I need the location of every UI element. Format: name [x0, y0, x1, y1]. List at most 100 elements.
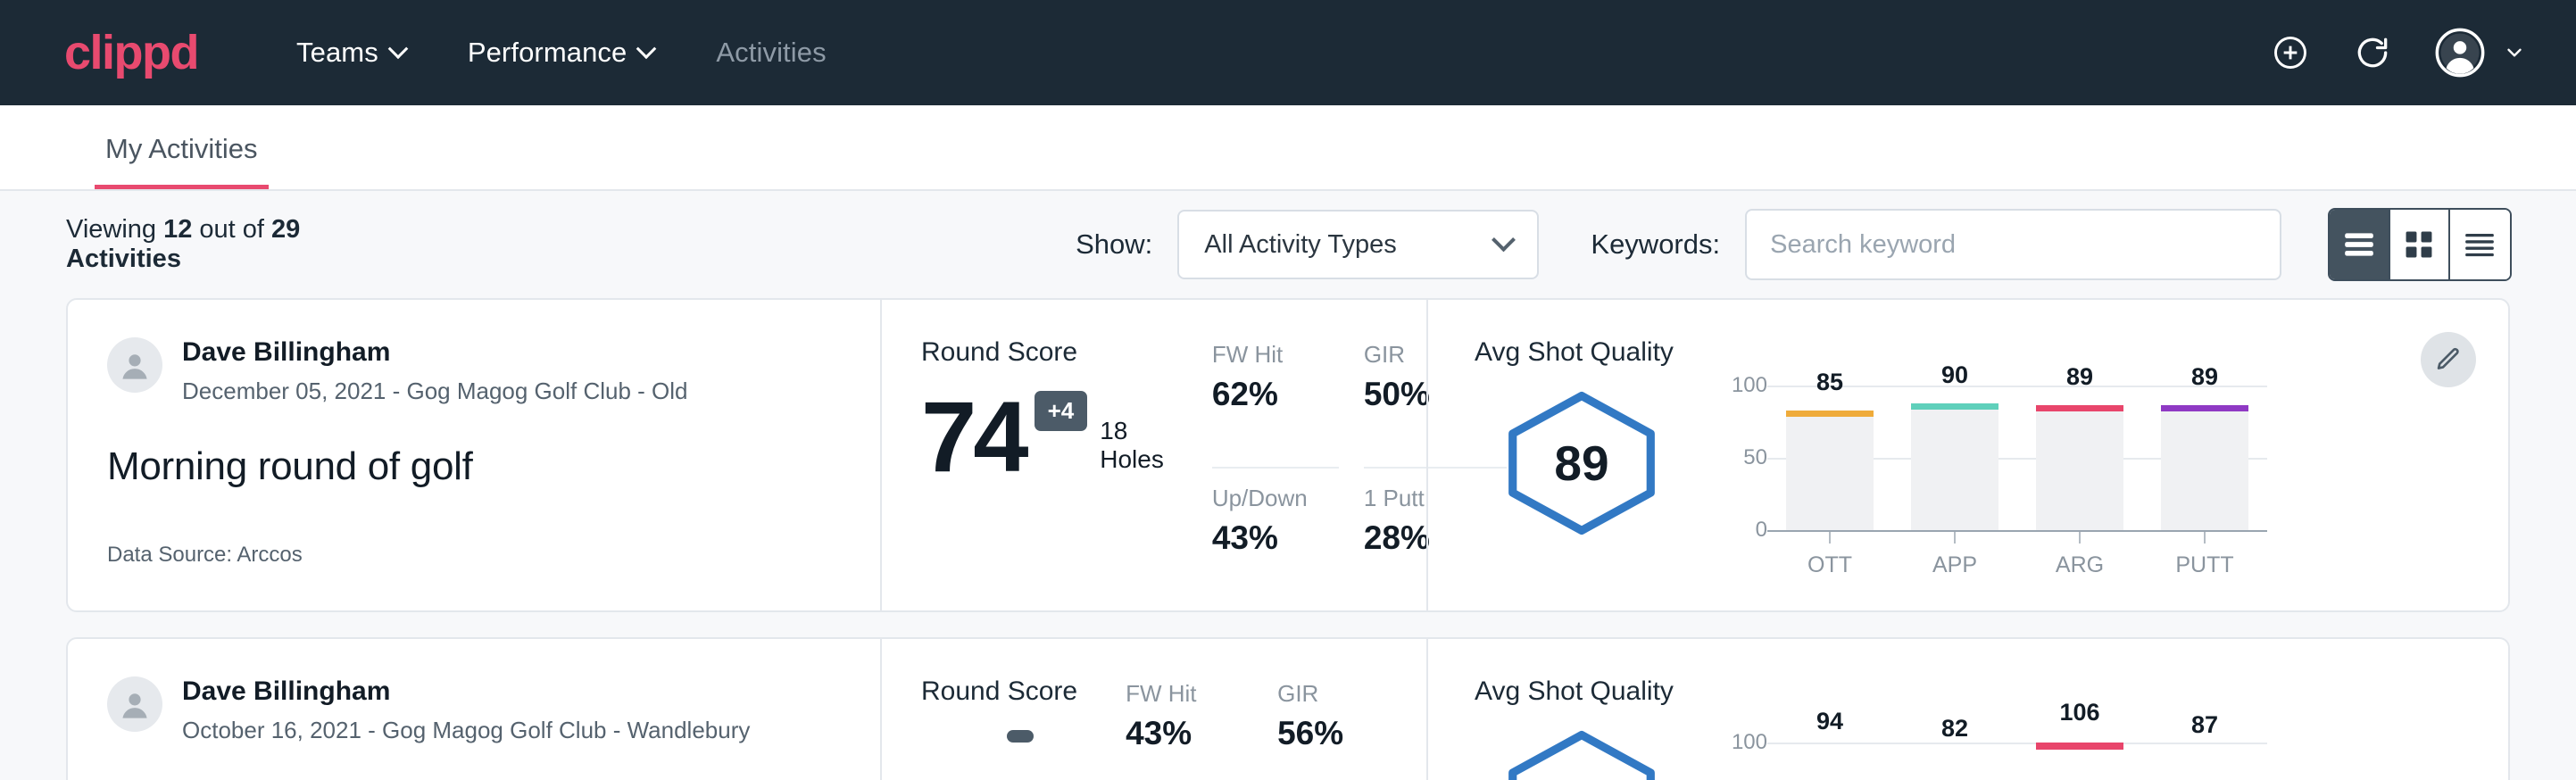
tick-mark	[2079, 532, 2081, 544]
x-tick-app: APP	[1892, 532, 2017, 578]
stat-value: 43%	[1126, 715, 1252, 752]
chart-bar-app: 82	[1892, 721, 2017, 780]
x-tick-ott: OTT	[1767, 532, 1892, 578]
stat-label: GIR	[1277, 680, 1420, 708]
chevron-down-icon	[387, 38, 408, 59]
shot-quality-chart: 100 94 82	[1712, 714, 2267, 780]
bar-cap	[1786, 411, 1874, 417]
activity-author: Dave Billingham December 05, 2021 - Gog …	[107, 337, 841, 405]
avg-shot-quality-label: Avg Shot Quality	[1475, 676, 2508, 707]
y-tick: 0	[1756, 518, 1767, 543]
bar-value: 89	[2066, 363, 2093, 391]
x-tick-label: ARG	[2056, 552, 2104, 578]
nav-item-label: Teams	[296, 37, 378, 69]
nav-actions	[2271, 28, 2526, 78]
x-tick-putt: PUTT	[2142, 532, 2267, 578]
activity-meta: October 16, 2021 - Gog Magog Golf Club -…	[182, 717, 750, 744]
chevron-down-icon	[1492, 228, 1516, 252]
bar-value: 87	[2191, 711, 2218, 739]
round-score-column: Round Score FW Hit 43% GIR 56%	[882, 639, 1426, 780]
activity-card[interactable]: Dave Billingham October 16, 2021 - Gog M…	[66, 637, 2510, 780]
activity-summary-column: Dave Billingham October 16, 2021 - Gog M…	[68, 639, 880, 780]
refresh-icon[interactable]	[2353, 33, 2392, 72]
axis-baseline	[1767, 530, 2267, 532]
bar-cap	[2161, 405, 2248, 411]
list-view-icon[interactable]	[2330, 210, 2389, 279]
activity-type-select[interactable]: All Activity Types	[1177, 210, 1539, 279]
quality-hexagon	[1475, 714, 1689, 780]
brand-logo[interactable]: clippd	[64, 29, 198, 77]
activity-type-value: All Activity Types	[1204, 230, 1396, 260]
bar-value: 82	[1941, 715, 1968, 743]
bar-cap	[2036, 743, 2123, 750]
stat-label: FW Hit	[1126, 680, 1252, 708]
viewing-count: 12	[163, 215, 192, 244]
author-name: Dave Billingham	[182, 676, 750, 708]
tab-my-activities[interactable]: My Activities	[95, 133, 269, 189]
shot-quality-column: Avg Shot Quality 100	[1428, 639, 2508, 780]
chart-bar-arg: 89	[2017, 382, 2142, 530]
viewing-count-text: Viewing 12 out of 29 Activities	[66, 215, 380, 274]
round-score-block: Round Score 74 +4 18 Holes	[921, 337, 1164, 610]
stat-fw-hit: FW Hit 43%	[1126, 680, 1252, 780]
stat-value: 62%	[1212, 376, 1339, 413]
bar-value: 94	[1816, 708, 1843, 735]
chevron-down-icon	[2503, 41, 2526, 64]
pencil-icon	[2434, 345, 2463, 374]
avatar-icon	[2435, 28, 2485, 78]
user-avatar-menu[interactable]	[2435, 28, 2526, 78]
x-tick-label: PUTT	[2175, 552, 2233, 578]
chart-bar-putt: 89	[2142, 382, 2267, 530]
nav-item-performance[interactable]: Performance	[468, 37, 654, 69]
stat-fw-hit: FW Hit 62%	[1212, 341, 1339, 469]
stat-value: 56%	[1277, 715, 1420, 752]
activity-card[interactable]: Dave Billingham December 05, 2021 - Gog …	[66, 298, 2510, 612]
stat-label: Up/Down	[1212, 485, 1339, 512]
avatar	[107, 676, 162, 732]
activity-summary-column: Dave Billingham December 05, 2021 - Gog …	[68, 300, 880, 610]
score-to-par-badge	[1007, 730, 1034, 743]
round-score-value: 74	[921, 391, 1026, 483]
show-label: Show:	[1076, 228, 1152, 261]
keywords-label: Keywords:	[1591, 228, 1720, 261]
viewing-mid: out of	[192, 215, 271, 244]
x-tick-label: APP	[1932, 552, 1977, 578]
chart-bar-app: 90	[1892, 382, 2017, 530]
bar-value: 85	[1816, 369, 1843, 396]
data-source-label: Data Source: Arccos	[107, 543, 303, 568]
y-tick: 50	[1743, 445, 1767, 470]
bar-cap	[2036, 405, 2123, 411]
avatar	[107, 337, 162, 393]
shot-quality-chart: 100 50 0 85	[1712, 375, 2267, 578]
chart-bars: 94 82 106 87	[1767, 721, 2267, 780]
avg-shot-quality-label: Avg Shot Quality	[1475, 337, 2508, 368]
chart-bar-arg: 106	[2017, 721, 2142, 780]
chart-x-axis: OTT APP ARG PUTT	[1767, 532, 2267, 578]
nav-item-label: Activities	[716, 37, 826, 69]
activity-card-list: Dave Billingham December 05, 2021 - Gog …	[0, 298, 2576, 780]
nav-item-teams[interactable]: Teams	[296, 37, 405, 69]
filter-toolbar: Viewing 12 out of 29 Activities Show: Al…	[0, 191, 2576, 298]
bar-cap	[1911, 403, 1998, 410]
holes-played: 18 Holes	[1100, 417, 1164, 474]
grid-view-icon[interactable]	[2390, 210, 2450, 279]
edit-activity-button[interactable]	[2421, 332, 2476, 387]
tab-bar: My Activities	[0, 105, 2576, 191]
compact-view-icon[interactable]	[2450, 210, 2510, 279]
round-score-label: Round Score	[921, 676, 1077, 707]
primary-nav: Teams Performance Activities	[296, 37, 2271, 69]
search-input[interactable]	[1745, 209, 2281, 280]
author-name: Dave Billingham	[182, 337, 688, 369]
stat-gir: GIR 56%	[1277, 680, 1420, 780]
nav-item-label: Performance	[468, 37, 627, 69]
chart-plot-area: 85 90 89	[1767, 382, 2267, 532]
y-tick: 100	[1732, 730, 1767, 755]
stat-label: FW Hit	[1212, 341, 1339, 369]
round-score-label: Round Score	[921, 337, 1164, 368]
nav-item-activities[interactable]: Activities	[716, 37, 826, 69]
stat-up-down: Up/Down 43%	[1212, 485, 1339, 610]
tick-mark	[1829, 532, 1831, 544]
bar-value: 90	[1941, 361, 1968, 389]
chart-bar-ott: 94	[1767, 721, 1892, 780]
plus-circle-icon[interactable]	[2271, 33, 2310, 72]
